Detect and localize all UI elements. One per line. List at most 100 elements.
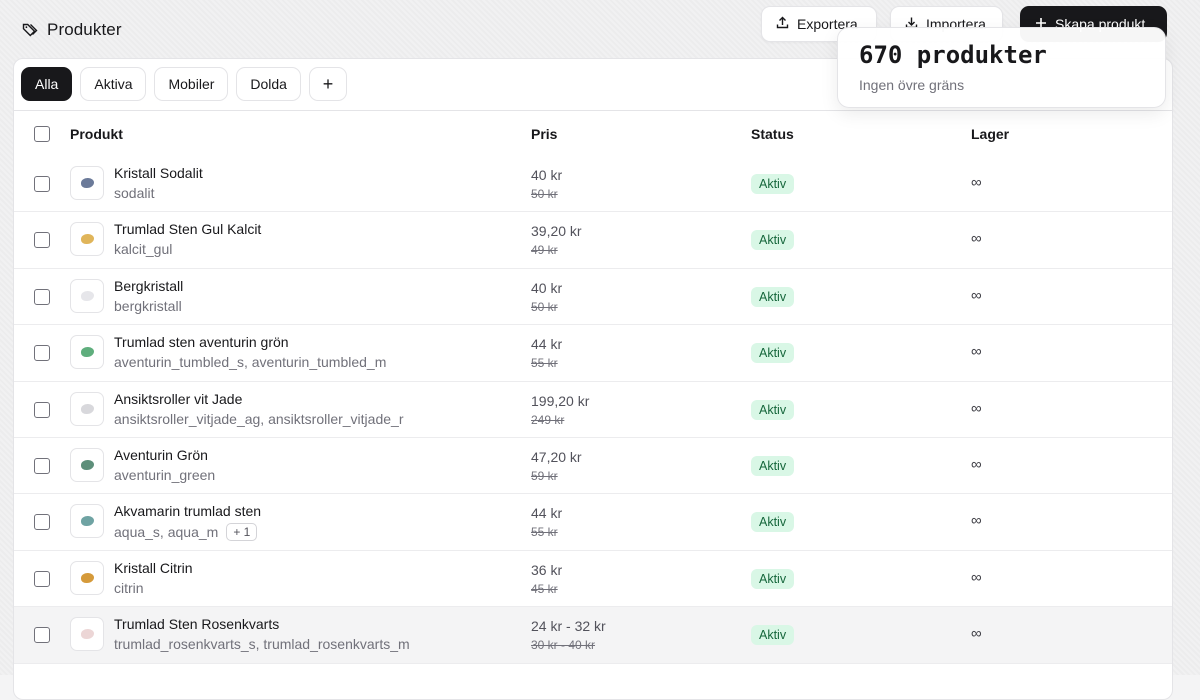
table-row[interactable]: Kristall Citrin citrin 36 kr 45 kr Aktiv…: [14, 551, 1172, 607]
compare-at-price: 50 kr: [531, 300, 558, 314]
table-row[interactable]: Trumlad Sten Rosenkvarts trumlad_rosenkv…: [14, 607, 1172, 663]
product-name[interactable]: Ansiktsroller vit Jade: [114, 391, 242, 407]
product-name[interactable]: Trumlad Sten Rosenkvarts: [114, 616, 279, 632]
product-sku: kalcit_gul: [114, 241, 172, 257]
row-checkbox[interactable]: [34, 627, 50, 643]
product-image: [81, 573, 94, 583]
table-row[interactable]: Trumlad sten aventurin grön aventurin_tu…: [14, 325, 1172, 381]
product-name[interactable]: Trumlad Sten Gul Kalcit: [114, 221, 261, 237]
column-header-price[interactable]: Pris: [531, 126, 557, 142]
stock-value: ∞: [971, 174, 982, 191]
view-tabs: Alla Aktiva Mobiler Dolda +: [21, 67, 347, 101]
product-price: 47,20 kr: [531, 449, 582, 465]
product-sku-list: aventurin_tumbled_s, aventurin_tumbled_m: [114, 354, 386, 370]
column-header-product[interactable]: Produkt: [70, 126, 123, 142]
page-title: Produkter: [47, 20, 122, 40]
product-thumbnail: [70, 335, 104, 369]
row-checkbox[interactable]: [34, 571, 50, 587]
column-header-status[interactable]: Status: [751, 126, 794, 142]
product-image: [81, 404, 94, 414]
status-badge: Aktiv: [751, 400, 794, 420]
product-sku-list: sodalit: [114, 185, 154, 201]
table-row[interactable]: Aventurin Grön aventurin_green 47,20 kr …: [14, 438, 1172, 494]
stock-value: ∞: [971, 230, 982, 247]
product-price: 40 kr: [531, 280, 562, 296]
stock-value: ∞: [971, 400, 982, 417]
product-price: 24 kr - 32 kr: [531, 618, 606, 634]
product-thumbnail: [70, 504, 104, 538]
product-name[interactable]: Kristall Sodalit: [114, 165, 203, 181]
table-row[interactable]: Bergkristall bergkristall 40 kr 50 kr Ak…: [14, 269, 1172, 325]
row-checkbox[interactable]: [34, 402, 50, 418]
product-thumbnail: [70, 561, 104, 595]
product-thumbnail: [70, 617, 104, 651]
product-name[interactable]: Aventurin Grön: [114, 447, 208, 463]
product-name[interactable]: Kristall Citrin: [114, 560, 193, 576]
compare-at-price: 49 kr: [531, 243, 558, 257]
compare-at-price: 249 kr: [531, 413, 564, 427]
compare-at-price: 55 kr: [531, 356, 558, 370]
stock-value: ∞: [971, 625, 982, 642]
product-price: 39,20 kr: [531, 223, 582, 239]
product-sku-list: citrin: [114, 580, 144, 596]
compare-at-price: 55 kr: [531, 525, 558, 539]
tab-aktiva[interactable]: Aktiva: [80, 67, 146, 101]
stock-value: ∞: [971, 456, 982, 473]
status-badge: Aktiv: [751, 569, 794, 589]
table-row[interactable]: Ansiktsroller vit Jade ansiktsroller_vit…: [14, 382, 1172, 438]
product-sku-list: kalcit_gul: [114, 241, 172, 257]
product-sku: aventurin_tumbled_s, aventurin_tumbled_m: [114, 354, 386, 370]
table-header: Produkt Pris Status Lager: [14, 110, 1172, 158]
product-price: 40 kr: [531, 167, 562, 183]
status-badge: Aktiv: [751, 287, 794, 307]
product-list: Kristall Sodalit sodalit 40 kr 50 kr Akt…: [14, 156, 1172, 664]
product-image: [81, 178, 94, 188]
status-badge: Aktiv: [751, 343, 794, 363]
product-thumbnail: [70, 392, 104, 426]
product-name[interactable]: Akvamarin trumlad sten: [114, 503, 261, 519]
product-price: 199,20 kr: [531, 393, 589, 409]
product-sku-list: bergkristall: [114, 298, 182, 314]
product-image: [81, 629, 94, 639]
product-sku: aventurin_green: [114, 467, 215, 483]
row-checkbox[interactable]: [34, 232, 50, 248]
more-variants-badge[interactable]: + 1: [226, 523, 257, 541]
stock-value: ∞: [971, 343, 982, 360]
product-thumbnail: [70, 279, 104, 313]
product-sku: sodalit: [114, 185, 154, 201]
product-image: [81, 234, 94, 244]
product-sku: bergkristall: [114, 298, 182, 314]
product-sku-list: trumlad_rosenkvarts_s, trumlad_rosenkvar…: [114, 636, 410, 652]
status-badge: Aktiv: [751, 230, 794, 250]
row-checkbox[interactable]: [34, 458, 50, 474]
table-row[interactable]: Trumlad Sten Gul Kalcit kalcit_gul 39,20…: [14, 212, 1172, 268]
row-checkbox[interactable]: [34, 345, 50, 361]
product-count-tooltip: 670 produkter Ingen övre gräns: [837, 27, 1166, 108]
tooltip-subtitle: Ingen övre gräns: [859, 77, 1144, 93]
product-thumbnail: [70, 448, 104, 482]
product-name[interactable]: Trumlad sten aventurin grön: [114, 334, 289, 350]
tab-mobiler[interactable]: Mobiler: [154, 67, 228, 101]
tag-icon: [22, 22, 38, 38]
status-badge: Aktiv: [751, 456, 794, 476]
tab-dolda[interactable]: Dolda: [236, 67, 301, 101]
compare-at-price: 50 kr: [531, 187, 558, 201]
tooltip-title: 670 produkter: [859, 41, 1144, 69]
row-checkbox[interactable]: [34, 176, 50, 192]
product-sku-list: ansiktsroller_vitjade_ag, ansiktsroller_…: [114, 411, 403, 427]
product-sku-list: aventurin_green: [114, 467, 215, 483]
product-image: [81, 291, 94, 301]
row-checkbox[interactable]: [34, 514, 50, 530]
tab-alla[interactable]: Alla: [21, 67, 72, 101]
add-tab-button[interactable]: +: [309, 67, 347, 101]
product-name[interactable]: Bergkristall: [114, 278, 183, 294]
product-price: 36 kr: [531, 562, 562, 578]
column-header-stock[interactable]: Lager: [971, 126, 1009, 142]
stock-value: ∞: [971, 512, 982, 529]
select-all-checkbox[interactable]: [34, 126, 50, 142]
row-checkbox[interactable]: [34, 289, 50, 305]
status-badge: Aktiv: [751, 625, 794, 645]
table-row[interactable]: Akvamarin trumlad sten aqua_s, aqua_m + …: [14, 494, 1172, 550]
product-thumbnail: [70, 222, 104, 256]
table-row[interactable]: Kristall Sodalit sodalit 40 kr 50 kr Akt…: [14, 156, 1172, 212]
